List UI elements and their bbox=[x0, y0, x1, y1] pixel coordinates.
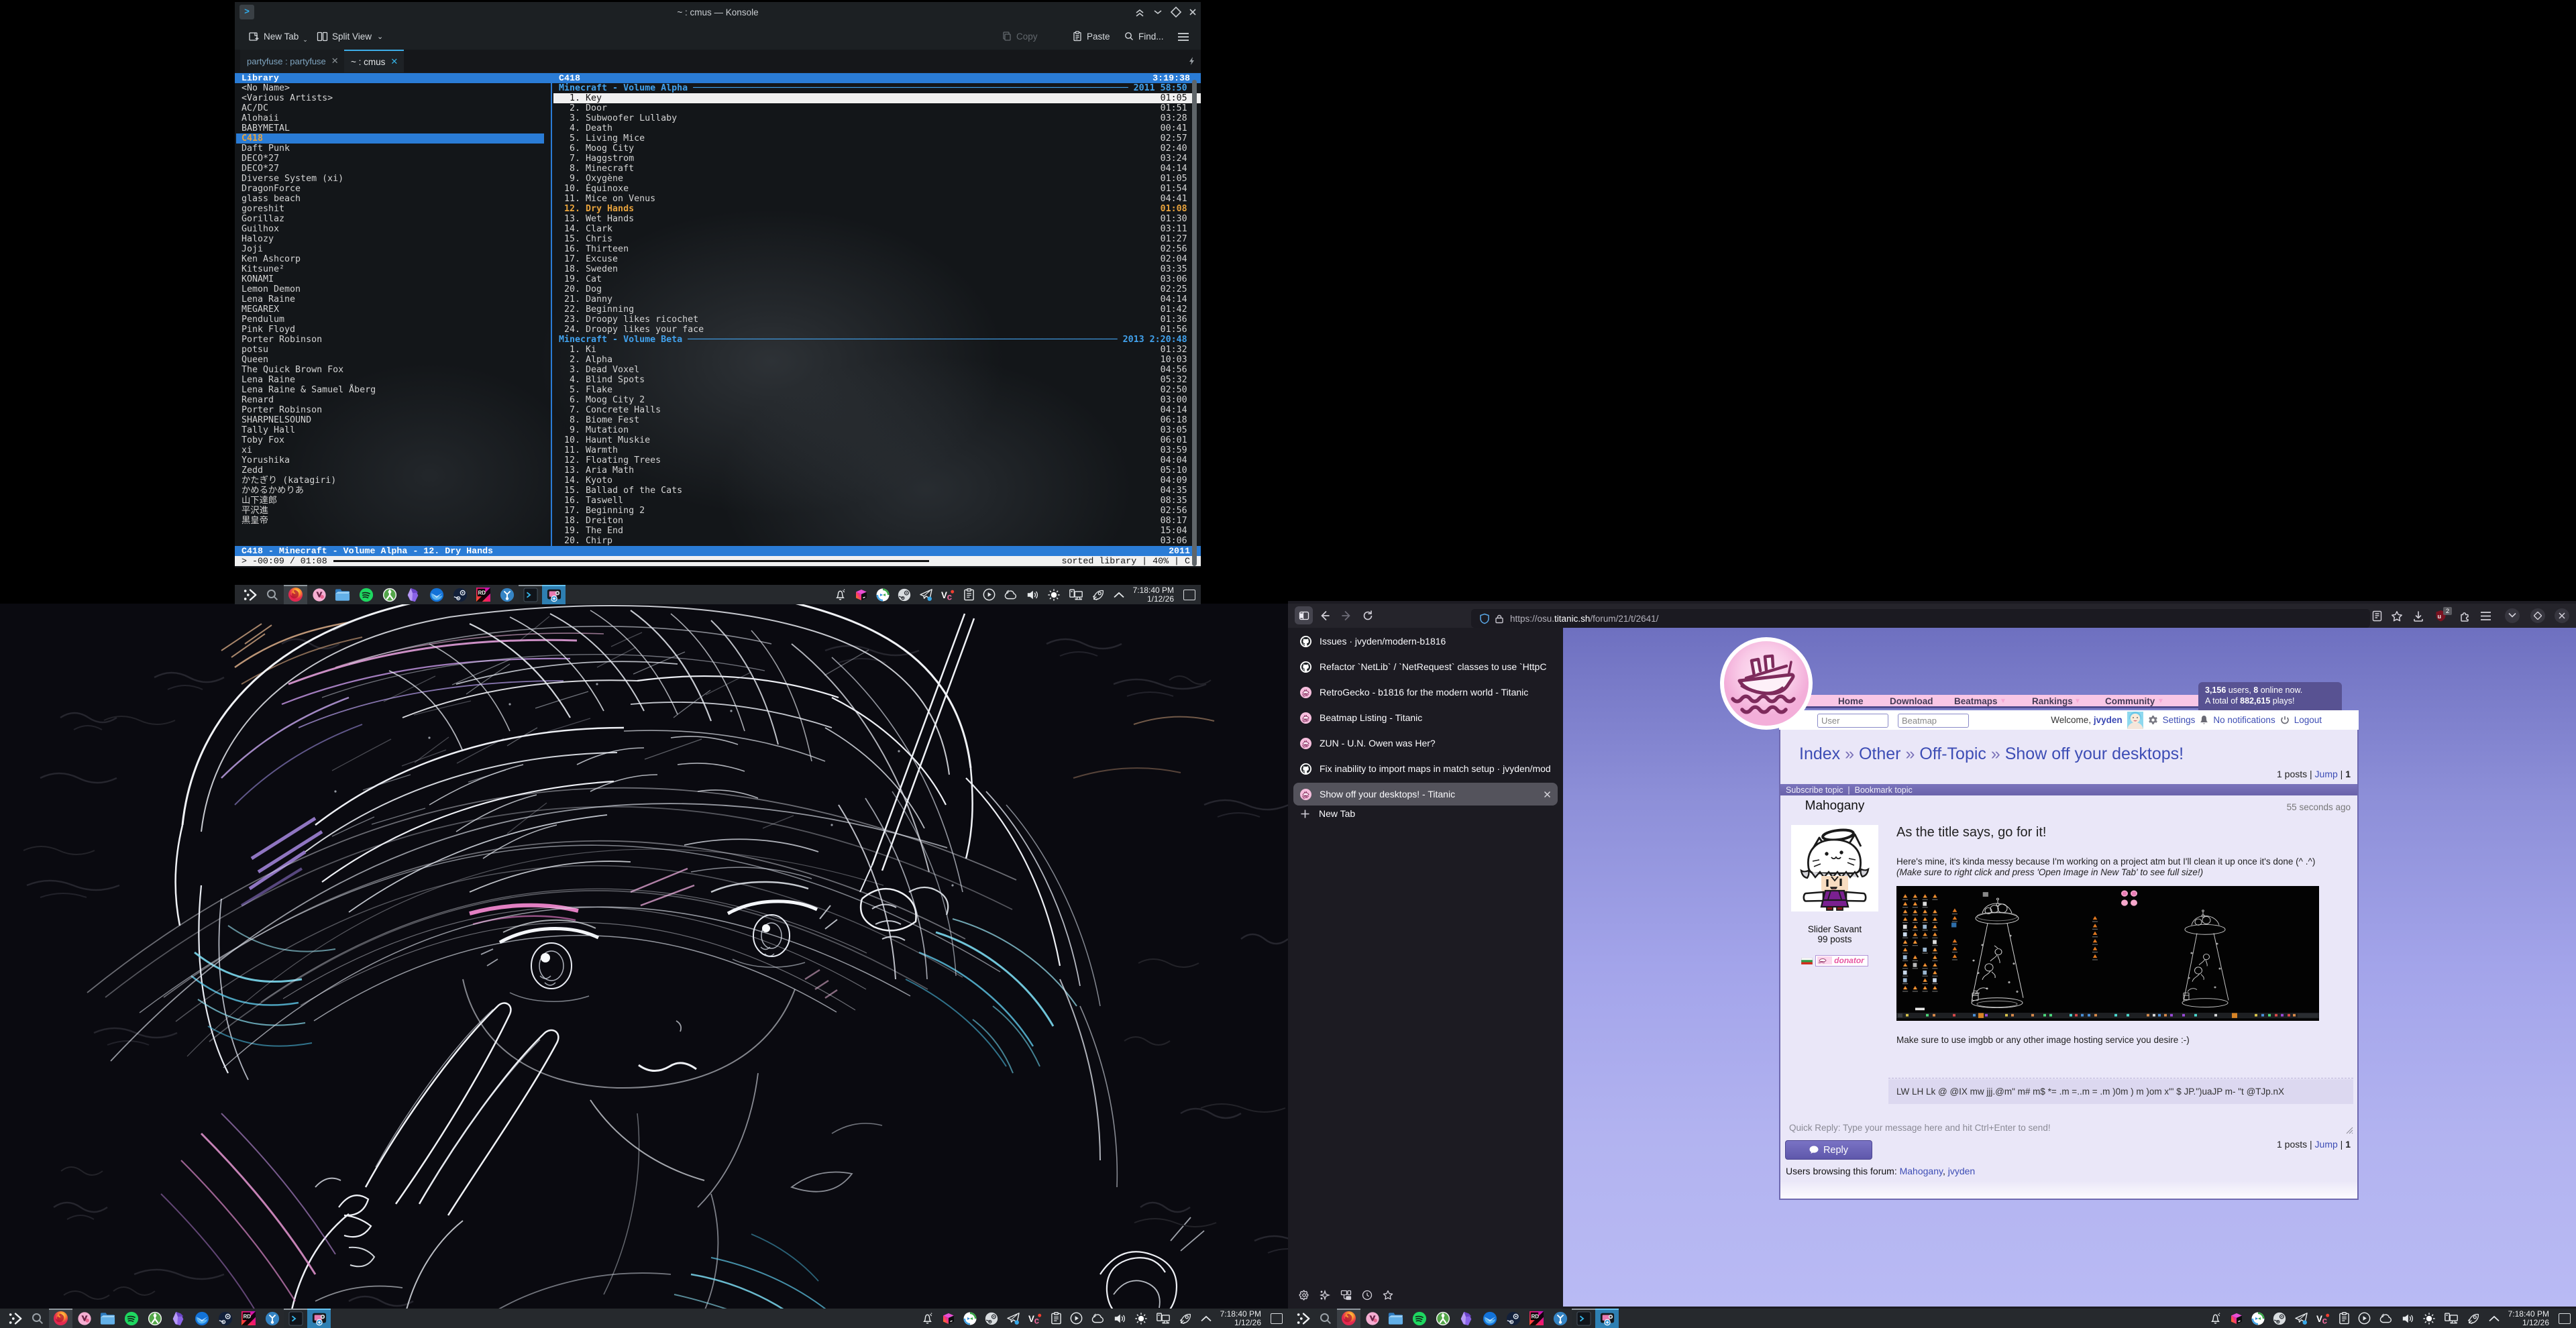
svg-text:RD: RD bbox=[244, 1314, 252, 1320]
svg-text:RD: RD bbox=[478, 590, 486, 596]
svg-text:c: c bbox=[947, 592, 952, 600]
svg-text:c: c bbox=[2322, 1315, 2327, 1324]
svg-text:V: V bbox=[941, 590, 947, 600]
svg-text:RD: RD bbox=[1532, 1314, 1540, 1320]
svg-text:c: c bbox=[1034, 1315, 1039, 1324]
svg-text:u: u bbox=[2438, 613, 2442, 620]
svg-text:V: V bbox=[2316, 1313, 2322, 1323]
svg-text:V: V bbox=[1028, 1313, 1034, 1323]
